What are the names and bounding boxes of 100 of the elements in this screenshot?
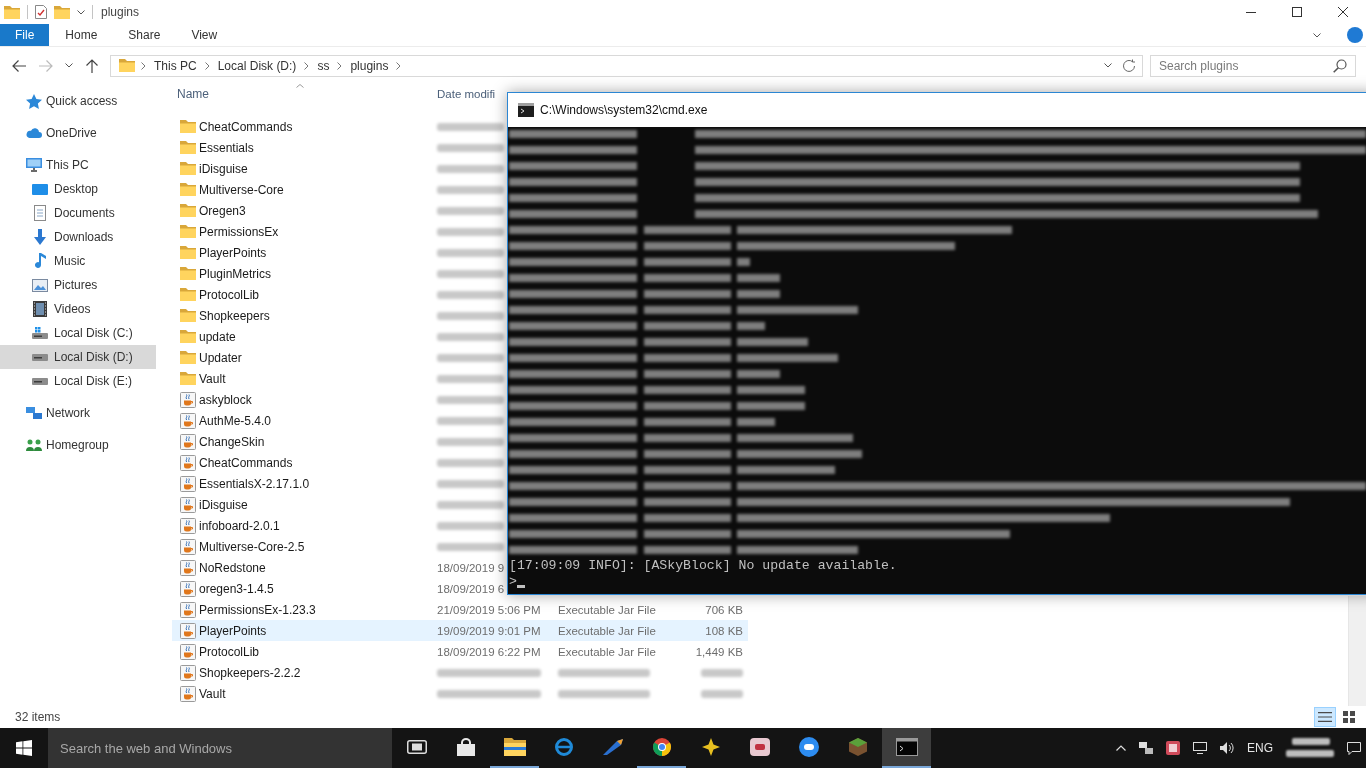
file-row[interactable]: PlayerPoints <box>172 242 506 263</box>
column-header[interactable]: Date modifi <box>437 84 496 104</box>
file-type: Executable Jar File <box>558 645 656 658</box>
file-row[interactable]: EssentialsX-2.17.1.0 <box>172 473 506 494</box>
file-row[interactable]: PlayerPoints 19/09/2019 9:01 PM Executable Jar File 108 KB <box>172 620 748 641</box>
search-field[interactable]: Search plugins <box>1150 54 1356 77</box>
file-row[interactable]: iDisguise <box>172 494 506 515</box>
nav-item[interactable]: Music <box>0 249 156 273</box>
file-row[interactable]: Oregen3 <box>172 200 506 221</box>
file-row[interactable]: Updater <box>172 347 506 368</box>
nav-item[interactable]: Network <box>0 401 156 425</box>
ribbon-tab[interactable]: File <box>0 24 50 46</box>
file-name: AuthMe-5.4.0 <box>199 413 272 428</box>
scrollbar[interactable] <box>1348 596 1366 706</box>
file-row[interactable]: ProtocolLib 18/09/2019 6:22 PM Executable Jar File 1,449 KB <box>172 641 748 662</box>
nav-item[interactable]: Local Disk (D:) <box>0 345 156 369</box>
speaker-icon[interactable] <box>1220 742 1234 754</box>
page-check-icon[interactable] <box>35 5 47 19</box>
file-row[interactable]: AuthMe-5.4.0 <box>172 410 506 431</box>
file-row[interactable]: infoboard-2.0.1 <box>172 515 506 536</box>
folder-icon <box>180 204 196 217</box>
task-view-icon <box>406 740 427 754</box>
nav-item[interactable]: OneDrive <box>0 121 156 145</box>
nav-item[interactable]: Documents <box>0 201 156 225</box>
app-tile-icon[interactable] <box>1166 741 1180 755</box>
nav-item[interactable]: Videos <box>0 297 156 321</box>
cup-file-icon <box>180 601 196 618</box>
folder-icon <box>180 330 196 343</box>
nav-item[interactable]: Quick access <box>0 89 156 113</box>
cup-file-icon <box>180 391 196 408</box>
file-row[interactable]: PluginMetrics <box>172 263 506 284</box>
file-row[interactable]: PermissionsEx <box>172 221 506 242</box>
nav-item[interactable]: Desktop <box>0 177 156 201</box>
file-row[interactable]: Shopkeepers <box>172 305 506 326</box>
ribbon-tab[interactable]: View <box>176 24 233 46</box>
ribbon-collapse-button[interactable] <box>1311 30 1323 40</box>
chevron-right-icon <box>141 61 146 70</box>
nav-item[interactable]: Homegroup <box>0 433 156 457</box>
file-row[interactable]: CheatCommands <box>172 452 506 473</box>
caret-up-icon[interactable] <box>1116 745 1126 751</box>
file-row[interactable]: Essentials <box>172 137 506 158</box>
file-name: Oregen3 <box>199 203 246 218</box>
monitor-icon[interactable] <box>1193 742 1207 754</box>
file-row[interactable]: PermissionsEx-1.23.3 21/09/2019 5:06 PM Executable Jar File 706 KB <box>172 599 748 620</box>
address-bar[interactable]: This PC Local Disk (D:) ss plugins <box>110 54 1143 77</box>
nav-item[interactable]: Pictures <box>0 273 156 297</box>
file-row[interactable]: oregen3-1.4.5 18/09/2019 6 <box>172 578 506 599</box>
folder-icon <box>180 267 196 280</box>
file-row[interactable]: update <box>172 326 506 347</box>
file-row[interactable]: Shopkeepers-2.2.2 <box>172 662 748 683</box>
ribbon-tab[interactable]: Share <box>113 24 176 46</box>
caret-down-icon[interactable] <box>77 9 85 15</box>
date-modified: 21/09/2019 5:06 PM <box>437 603 541 616</box>
file-name: askyblock <box>199 392 252 407</box>
file-row[interactable]: NoRedstone 18/09/2019 9 <box>172 557 506 578</box>
cup-file-icon <box>180 475 196 492</box>
file-row[interactable]: Vault <box>172 683 748 704</box>
help-button[interactable] <box>1345 25 1365 45</box>
file-row[interactable]: ChangeSkin <box>172 431 506 452</box>
date-modified: 18/09/2019 6 <box>437 582 505 595</box>
blurred-text <box>437 185 504 194</box>
folder-icon <box>180 120 196 133</box>
cup-file-icon <box>180 496 196 513</box>
nav-item[interactable]: Downloads <box>0 225 156 249</box>
file-name: Updater <box>199 350 242 365</box>
file-name: oregen3-1.4.5 <box>199 581 274 596</box>
nav-item[interactable]: This PC <box>0 153 156 177</box>
speech-bubble-icon[interactable] <box>1347 741 1361 755</box>
file-row[interactable]: ProtocolLib <box>172 284 506 305</box>
blurred-text <box>437 521 504 530</box>
file-name: Shopkeepers-2.2.2 <box>199 665 301 680</box>
taskbar-button[interactable] <box>882 728 931 768</box>
right-arrow-icon <box>39 59 53 72</box>
column-header[interactable]: Name <box>172 84 437 104</box>
breadcrumb-item[interactable]: plugins <box>348 58 391 73</box>
cup-file-icon <box>180 580 196 597</box>
nav-item[interactable]: Local Disk (C:) <box>0 321 156 345</box>
file-row[interactable]: Multiverse-Core <box>172 179 506 200</box>
network-icon <box>26 407 42 419</box>
chevron-right-icon <box>304 61 310 70</box>
file-row[interactable]: askyblock <box>172 389 506 410</box>
sparkle-icon <box>701 738 720 756</box>
language-indicator[interactable]: ENG <box>1247 741 1273 755</box>
file-name: iDisguise <box>199 161 248 176</box>
file-row[interactable]: Multiverse-Core-2.5 <box>172 536 506 557</box>
file-row[interactable]: iDisguise <box>172 158 506 179</box>
address-dropdown-button[interactable] <box>1102 61 1114 70</box>
file-row[interactable]: CheatCommands <box>172 116 506 137</box>
network-icon[interactable] <box>1139 742 1153 754</box>
details-view-button[interactable] <box>1314 707 1336 727</box>
ribbon-tab[interactable]: Home <box>50 24 113 46</box>
breadcrumb-item[interactable]: This PC <box>152 58 199 73</box>
file-name: CheatCommands <box>199 119 293 134</box>
file-name: CheatCommands <box>199 455 293 470</box>
segmented-circle-icon <box>652 738 671 756</box>
file-row[interactable]: Vault <box>172 368 506 389</box>
breadcrumb-item[interactable]: Local Disk (D:) <box>215 58 299 73</box>
breadcrumb-item[interactable]: ss <box>315 58 332 73</box>
search-field[interactable]: Search the web and Windows <box>48 728 392 768</box>
nav-item[interactable]: Local Disk (E:) <box>0 369 156 393</box>
